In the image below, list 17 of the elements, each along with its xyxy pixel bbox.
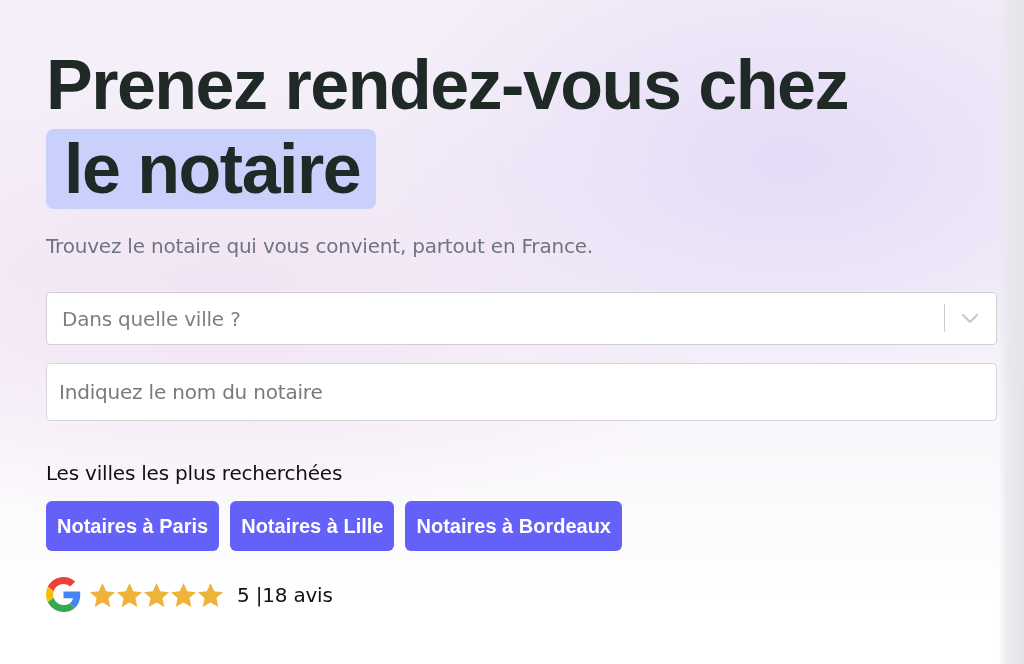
star-icon (144, 582, 169, 607)
star-icon (198, 582, 223, 607)
page-title: Prenez rendez-vous chez (46, 47, 848, 124)
section-heading: Les villes les plus recherchées (46, 461, 343, 485)
subtitle: Trouvez le notaire qui vous convient, partout en France. (46, 234, 593, 258)
google-logo-icon (46, 577, 81, 612)
title-highlight: le notaire (46, 129, 377, 209)
city-select[interactable]: Dans quelle ville ? (46, 292, 997, 345)
city-link-button[interactable]: Notaires à Bordeaux (405, 501, 622, 551)
city-link-button[interactable]: Notaires à Paris (46, 501, 220, 551)
chevron-down-icon[interactable] (962, 314, 978, 323)
star-icon (90, 582, 115, 607)
star-icon (117, 582, 142, 607)
city-link-button[interactable]: Notaires à Lille (230, 501, 395, 551)
review-count: 5 |18 avis (237, 582, 333, 607)
star-icon (171, 582, 196, 607)
notary-name-field[interactable]: Indiquez le nom du notaire (46, 363, 997, 421)
